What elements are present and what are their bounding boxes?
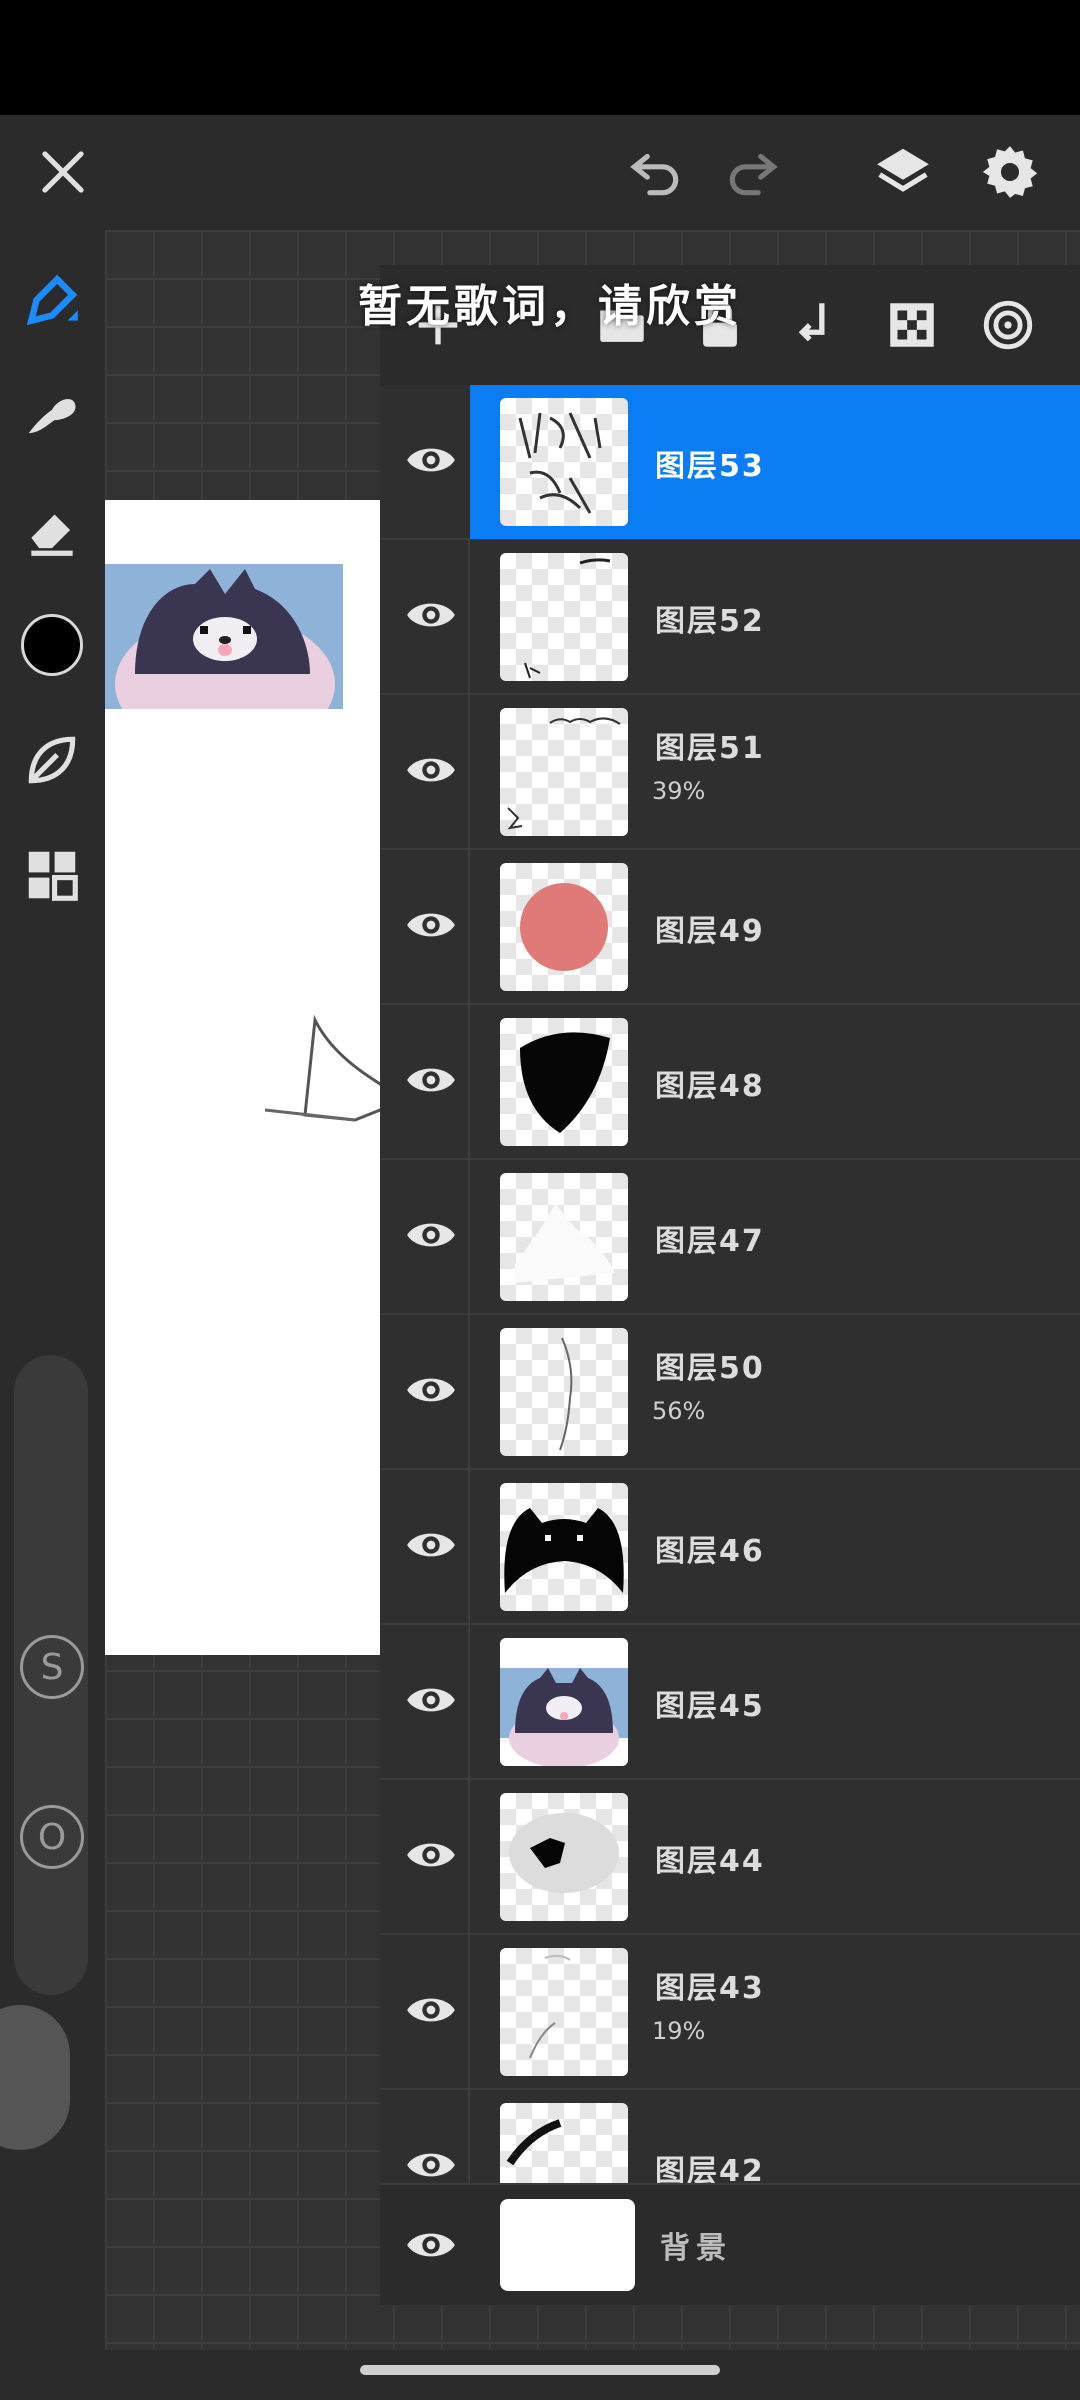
layer-name: 图层49 — [655, 914, 765, 949]
layer-thumbnail — [500, 1328, 628, 1456]
layer-thumbnail — [500, 1948, 628, 2076]
layer-thumbnail — [500, 398, 628, 526]
layer-name: 图层48 — [655, 1069, 765, 1104]
eye-icon[interactable] — [398, 1047, 464, 1113]
eye-icon[interactable] — [398, 427, 464, 493]
layer-row[interactable]: 图层45 — [380, 1625, 1080, 1780]
layers-icon[interactable] — [858, 127, 948, 217]
layer-thumbnail — [500, 863, 628, 991]
eraser-icon[interactable] — [12, 490, 92, 570]
eye-icon[interactable] — [398, 2212, 464, 2278]
layer-row[interactable]: 图层49 — [380, 850, 1080, 1005]
layer-row[interactable]: 图层51 39% — [380, 695, 1080, 850]
layer-row[interactable]: 图层48 — [380, 1005, 1080, 1160]
background-layer-row[interactable]: 背景 — [380, 2185, 1080, 2305]
layer-opacity: 19% — [652, 2017, 706, 2045]
layer-name: 图层51 — [655, 731, 765, 766]
layer-name: 图层42 — [655, 2154, 765, 2185]
layer-row[interactable]: 图层43 19% — [380, 1935, 1080, 2090]
eye-icon[interactable] — [398, 1512, 464, 1578]
reference-image — [105, 564, 343, 709]
eye-icon[interactable] — [398, 1667, 464, 1733]
undo-icon[interactable] — [610, 127, 700, 217]
background-layer-name: 背景 — [660, 2231, 732, 2266]
eye-icon[interactable] — [398, 1822, 464, 1888]
leaf-icon[interactable] — [12, 720, 92, 800]
eye-icon[interactable] — [398, 2132, 464, 2183]
layer-name: 图层52 — [655, 604, 765, 639]
eye-icon[interactable] — [398, 892, 464, 958]
gallery-grid-icon[interactable] — [12, 835, 92, 915]
layer-opacity: 56% — [652, 1397, 706, 1425]
layer-name: 图层44 — [655, 1844, 765, 1879]
layer-name: 图层50 — [655, 1351, 765, 1386]
status-bar — [0, 0, 1080, 115]
redo-icon[interactable] — [708, 127, 798, 217]
floating-avatar[interactable] — [0, 2005, 70, 2150]
layer-name: 图层45 — [655, 1689, 765, 1724]
layer-name: 图层46 — [655, 1534, 765, 1569]
layer-row[interactable]: 图层46 — [380, 1470, 1080, 1625]
layer-row[interactable]: 图层44 — [380, 1780, 1080, 1935]
top-bar — [0, 115, 1080, 230]
layer-row[interactable]: 图层47 — [380, 1160, 1080, 1315]
layer-name: 图层47 — [655, 1224, 765, 1259]
eye-icon[interactable] — [398, 582, 464, 648]
layer-row[interactable]: 图层53 — [380, 385, 1080, 540]
eye-icon[interactable] — [398, 1357, 464, 1423]
blend-icon[interactable] — [968, 285, 1048, 365]
background-thumbnail — [500, 2199, 635, 2291]
layer-thumbnail — [500, 553, 628, 681]
color-swatch[interactable] — [12, 605, 92, 685]
size-slider[interactable]: S — [20, 1635, 84, 1699]
layer-thumbnail — [500, 708, 628, 836]
layer-row[interactable]: 图层52 — [380, 540, 1080, 695]
layer-thumbnail — [500, 1018, 628, 1146]
merge-down-icon[interactable] — [777, 285, 857, 365]
layer-thumbnail — [500, 1483, 628, 1611]
smudge-icon[interactable] — [12, 375, 92, 455]
home-indicator[interactable] — [360, 2365, 720, 2375]
settings-icon[interactable] — [965, 127, 1055, 217]
layer-row[interactable]: 图层50 56% — [380, 1315, 1080, 1470]
eye-icon[interactable] — [398, 1202, 464, 1268]
layer-thumbnail — [500, 1638, 628, 1766]
layer-thumbnail — [500, 1173, 628, 1301]
close-icon[interactable] — [18, 127, 108, 217]
transparency-icon[interactable] — [872, 285, 952, 365]
layer-name: 图层43 — [655, 1971, 765, 2006]
eye-icon[interactable] — [398, 1977, 464, 2043]
layer-name: 图层53 — [655, 449, 765, 484]
layer-thumbnail — [500, 2103, 628, 2183]
layer-thumbnail — [500, 1793, 628, 1921]
lyrics-overlay: 暂无歌词，请欣赏 — [358, 281, 742, 332]
layer-row[interactable]: 图层42 — [380, 2090, 1080, 2185]
pen-tool-icon[interactable] — [12, 260, 92, 340]
opacity-slider[interactable]: O — [20, 1805, 84, 1869]
eye-icon[interactable] — [398, 737, 464, 803]
layer-opacity: 39% — [652, 777, 706, 805]
